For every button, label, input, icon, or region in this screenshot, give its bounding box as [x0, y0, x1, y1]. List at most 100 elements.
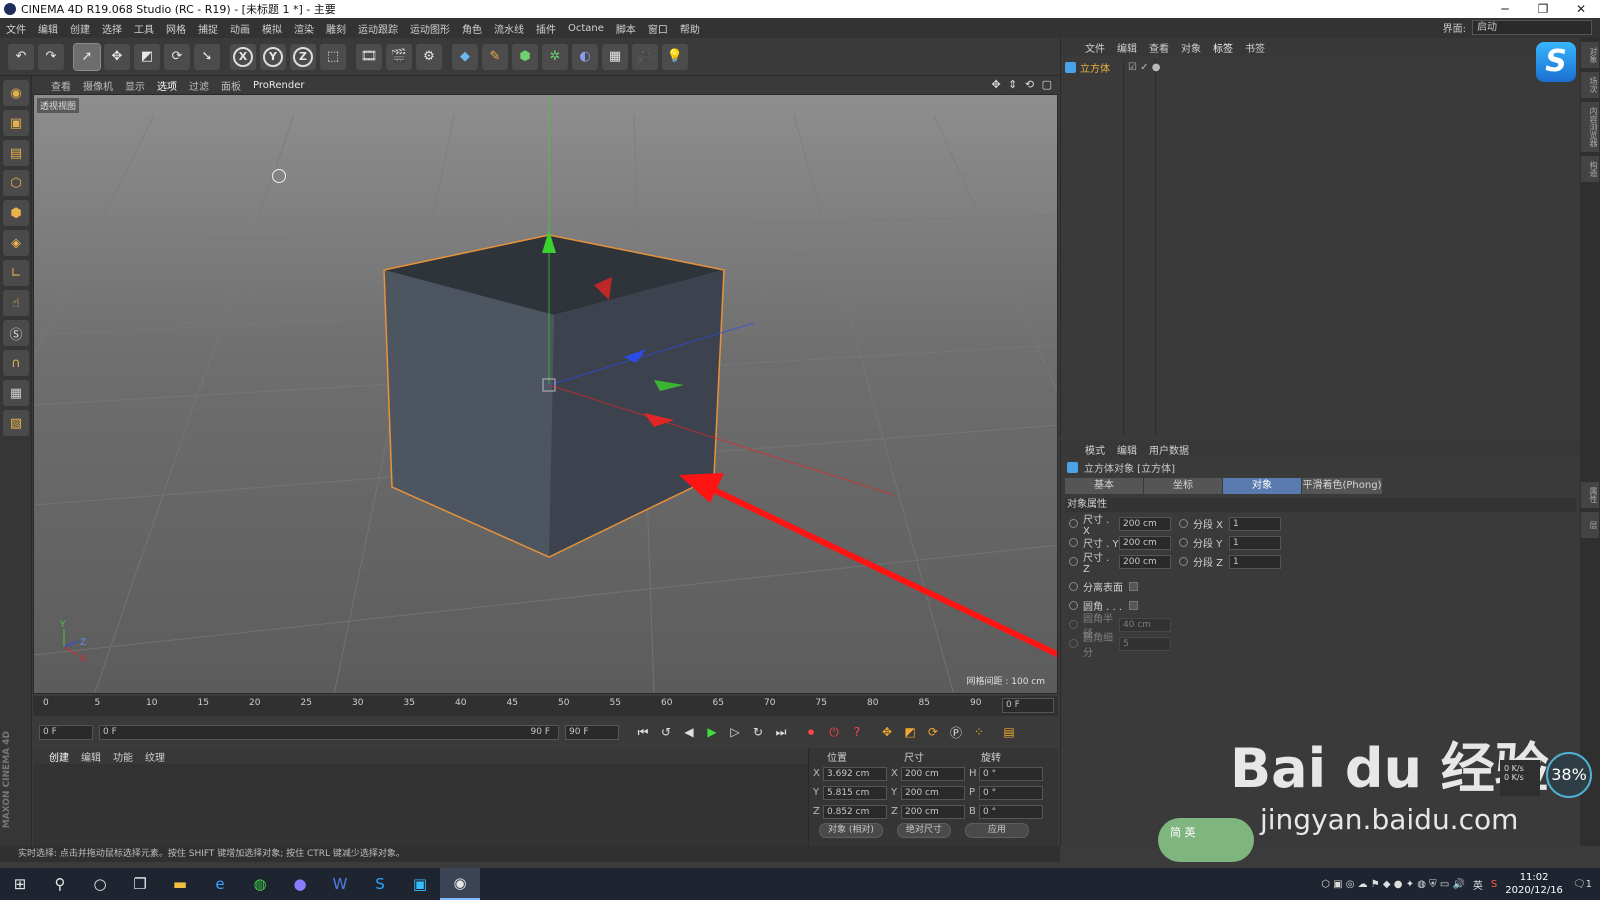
- tab-basic[interactable]: 基本: [1065, 478, 1143, 494]
- tab-phong[interactable]: 平滑着色(Phong): [1302, 478, 1382, 494]
- pla-key-icon[interactable]: ⁘: [969, 722, 989, 742]
- word-icon[interactable]: W: [320, 868, 360, 900]
- file-explorer-icon[interactable]: ▬: [160, 868, 200, 900]
- cinema4d-icon[interactable]: ◉: [440, 868, 480, 900]
- autokey-icon[interactable]: ⏻: [824, 722, 844, 742]
- windows-start-icon[interactable]: ⊞: [0, 868, 40, 900]
- z-axis-icon[interactable]: Z: [290, 43, 316, 70]
- recent-tool-icon[interactable]: ➘: [194, 43, 220, 70]
- side-tab-takes[interactable]: 场次: [1581, 72, 1599, 98]
- menu-create[interactable]: 创建: [70, 21, 90, 36]
- size-y-input[interactable]: 200 cm: [1119, 535, 1171, 550]
- anim-dot[interactable]: [1069, 519, 1078, 528]
- rotation-b-field[interactable]: 0 °: [979, 804, 1043, 819]
- menu-plugins[interactable]: 插件: [536, 21, 556, 36]
- tab-object[interactable]: 对象: [1223, 478, 1301, 494]
- separate-surfaces-checkbox[interactable]: [1129, 582, 1138, 591]
- render-picture-viewer-icon[interactable]: 🎬: [386, 43, 412, 70]
- mode-texture-icon[interactable]: ▣: [3, 110, 29, 136]
- mat-menu-create[interactable]: 创建: [49, 749, 69, 764]
- menu-select[interactable]: 选择: [102, 21, 122, 36]
- anim-dot[interactable]: [1069, 538, 1078, 547]
- scale-icon[interactable]: ◩: [134, 43, 160, 70]
- deformer-icon[interactable]: ◐: [572, 43, 598, 70]
- render-settings-icon[interactable]: ⚙: [416, 43, 442, 70]
- menu-help[interactable]: 帮助: [680, 21, 700, 36]
- rotate-icon[interactable]: ⟳: [164, 43, 190, 70]
- camera-icon[interactable]: 🎥: [632, 43, 658, 70]
- mode-model-icon[interactable]: ◉: [3, 80, 29, 106]
- mode-polygons-icon[interactable]: ◈: [3, 230, 29, 256]
- object-row-cube[interactable]: 立方体 ☑ ✓ ●: [1065, 60, 1160, 75]
- viewport-nav-icons[interactable]: ✥ ⇕ ⟲ ▢: [991, 78, 1054, 91]
- notepad-icon[interactable]: ▣: [400, 868, 440, 900]
- tab-coords[interactable]: 坐标: [1144, 478, 1222, 494]
- mode-points-icon[interactable]: ⬡: [3, 170, 29, 196]
- anim-dot[interactable]: [1069, 582, 1078, 591]
- side-tab-content-browser[interactable]: 内容浏览器: [1581, 102, 1599, 152]
- menu-animate[interactable]: 动画: [230, 21, 250, 36]
- texture-mode-icon[interactable]: ▧: [3, 410, 29, 436]
- menu-tools[interactable]: 工具: [134, 21, 154, 36]
- goto-end-icon[interactable]: ⏭: [771, 722, 791, 742]
- layout-select[interactable]: 启动: [1472, 20, 1592, 35]
- at-menu-mode[interactable]: 模式: [1085, 442, 1105, 457]
- world-coords-icon[interactable]: ⬚: [320, 43, 346, 70]
- side-tab-layers[interactable]: 层: [1581, 512, 1599, 538]
- position-y-field[interactable]: 5.815 cm: [823, 785, 887, 800]
- edge-icon[interactable]: e: [200, 868, 240, 900]
- position-x-field[interactable]: 3.692 cm: [823, 766, 887, 781]
- vp-menu-panel[interactable]: 面板: [221, 78, 241, 93]
- fillet-checkbox[interactable]: [1129, 601, 1138, 610]
- at-menu-userdata[interactable]: 用户数据: [1149, 442, 1189, 457]
- at-menu-edit[interactable]: 编辑: [1117, 442, 1137, 457]
- browser-icon[interactable]: ●: [280, 868, 320, 900]
- wechat-icon[interactable]: ◍: [240, 868, 280, 900]
- segments-y-input[interactable]: 1: [1229, 535, 1281, 550]
- frame-range-slider[interactable]: 0 F 90 F: [99, 724, 559, 740]
- close-button[interactable]: ✕: [1562, 0, 1600, 18]
- lock-workplane-icon[interactable]: ▦: [3, 380, 29, 406]
- tray-sogou-icon[interactable]: S: [1491, 879, 1497, 890]
- vp-menu-display[interactable]: 显示: [125, 78, 145, 93]
- anim-dot[interactable]: [1069, 557, 1078, 566]
- live-select-icon[interactable]: ➚: [73, 42, 101, 71]
- vp-menu-view[interactable]: 查看: [51, 78, 71, 93]
- magnet-icon[interactable]: ∩: [3, 350, 29, 376]
- perspective-viewport[interactable]: Y Z X 透视视图 网格间距 : 100 cm: [33, 94, 1058, 694]
- minimize-button[interactable]: ─: [1486, 0, 1524, 18]
- start-frame-field[interactable]: 0 F: [39, 724, 93, 740]
- y-axis-icon[interactable]: Y: [260, 43, 286, 70]
- side-tab-objects[interactable]: 对象: [1581, 42, 1599, 68]
- tray-input-language[interactable]: 英: [1473, 877, 1483, 892]
- keyframe-sel-icon[interactable]: ?: [847, 722, 867, 742]
- mat-menu-texture[interactable]: 纹理: [145, 749, 165, 764]
- menu-snap[interactable]: 捕捉: [198, 21, 218, 36]
- vp-menu-options[interactable]: 选项: [157, 78, 177, 93]
- rotation-p-field[interactable]: 0 °: [979, 785, 1043, 800]
- object-visibility-tags[interactable]: ☑ ✓ ●: [1128, 62, 1160, 73]
- redo-icon[interactable]: ↷: [38, 43, 64, 70]
- param-key-icon[interactable]: Ⓟ: [946, 722, 966, 742]
- play-icon[interactable]: ▶: [702, 722, 722, 742]
- memory-gauge[interactable]: 38%: [1546, 752, 1592, 798]
- mat-menu-edit[interactable]: 编辑: [81, 749, 101, 764]
- render-view-icon[interactable]: 🎞: [356, 43, 382, 70]
- menu-octane[interactable]: Octane: [568, 23, 604, 34]
- pen-spline-icon[interactable]: ✎: [482, 43, 508, 70]
- axis-icon[interactable]: ∟: [3, 260, 29, 286]
- goto-start-icon[interactable]: ⏮: [633, 722, 653, 742]
- vp-menu-camera[interactable]: 摄像机: [83, 78, 113, 93]
- size-y-field[interactable]: 200 cm: [901, 785, 965, 800]
- menu-window[interactable]: 窗口: [648, 21, 668, 36]
- prev-key-icon[interactable]: ↺: [656, 722, 676, 742]
- notification-center-icon[interactable]: 🗨1: [1573, 879, 1592, 890]
- mat-menu-function[interactable]: 功能: [113, 749, 133, 764]
- anim-dot[interactable]: [1179, 538, 1188, 547]
- sogou-icon[interactable]: S: [360, 868, 400, 900]
- move-icon[interactable]: ✥: [104, 43, 130, 70]
- size-z-input[interactable]: 200 cm: [1119, 554, 1171, 569]
- om-menu-view[interactable]: 查看: [1149, 40, 1169, 55]
- timeline-icon[interactable]: ▤: [999, 722, 1019, 742]
- menu-motion-tracking[interactable]: 运动跟踪: [358, 21, 398, 36]
